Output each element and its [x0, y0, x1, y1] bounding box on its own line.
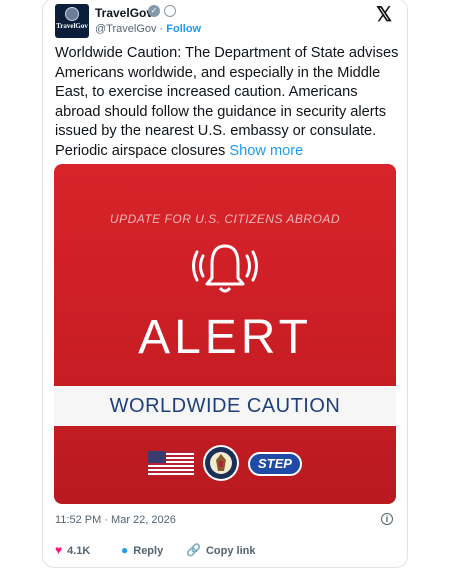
author-name[interactable]: TravelGov [95, 6, 153, 20]
follow-button[interactable]: Follow [166, 23, 201, 35]
handle-line: @TravelGov · Follow [95, 23, 201, 35]
tweet-timestamp[interactable]: 11:52 PM · Mar 22, 2026 [55, 514, 176, 526]
avatar-brand-text: TravelGov [56, 22, 88, 30]
show-more-link[interactable]: Show more [229, 143, 303, 159]
likes-count: 4.1K [67, 545, 91, 557]
state-department-seal-icon [203, 445, 239, 481]
step-badge: STEP [248, 452, 302, 476]
government-badge-icon [164, 5, 176, 17]
copy-link-label: Copy link [205, 545, 256, 557]
media-caution-text: WORLDWIDE CAUTION [109, 395, 341, 417]
x-logo-icon[interactable]: 𝕏 [376, 2, 392, 27]
avatar[interactable]: TravelGov [55, 4, 89, 38]
media-alert-text: ALERT [138, 311, 312, 364]
tweet-media-image[interactable]: UPDATE FOR U.S. CITIZENS ABROAD ALERT WO… [54, 164, 396, 504]
tweet-body: Worldwide Caution: The Department of Sta… [55, 45, 399, 159]
media-update-text: UPDATE FOR U.S. CITIZENS ABROAD [109, 212, 341, 226]
us-flag-icon [148, 451, 194, 475]
author-handle[interactable]: @TravelGov [95, 23, 157, 35]
info-icon[interactable]: i [381, 513, 393, 525]
tweet-text: Worldwide Caution: The Department of Sta… [55, 44, 400, 161]
reply-label: Reply [133, 545, 164, 557]
avatar-seal-icon [65, 7, 79, 21]
caution-band: WORLDWIDE CAUTION [54, 386, 396, 426]
bell-icon [192, 244, 258, 293]
verified-badge-icon: ✓ [148, 5, 160, 17]
separator: · [156, 23, 167, 35]
